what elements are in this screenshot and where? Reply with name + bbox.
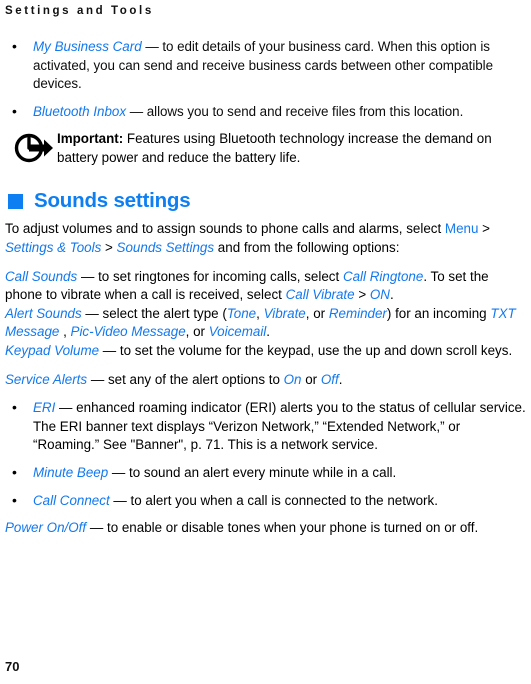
page-number: 70 [5,659,20,674]
list-item: Call Connect — to alert you when a call … [10,491,528,511]
sounds-settings-reference: Sounds Settings [116,239,215,255]
alert-sounds-term: Alert Sounds [5,305,82,321]
intro-sep-2: > [101,239,117,255]
option-term: ERI [33,400,56,416]
intro-text-1: To adjust volumes and to assign sounds t… [5,221,445,237]
sounds-options-list: ERI — enhanced roaming indicator (ERI) a… [5,398,528,511]
option-term: My Business Card [33,39,142,54]
alert-comma-4: , or [185,324,209,340]
power-on-off-dash: — [86,520,107,536]
option-term: Bluetooth Inbox [33,103,127,119]
intro-text-2: and from the following options: [214,239,400,255]
call-sounds-term: Call Sounds [5,268,81,284]
service-alerts-text-1: set any of the alert options to [107,371,284,387]
keypad-volume-text: to set the volume for the keypad, use th… [119,342,513,358]
list-item: My Business Card — to edit details of yo… [10,37,528,94]
note-label: Important: [57,131,124,147]
settings-tools-reference: Settings & Tools [5,239,102,255]
call-vibrate-reference: Call Vibrate [285,287,355,303]
service-alerts-term: Service Alerts [5,371,88,387]
keypad-volume-dash: — [99,342,120,358]
important-arrow-icon [14,131,54,165]
call-sounds-paragraph: Call Sounds — to set ringtones for incom… [5,268,528,305]
service-alerts-text-2: or [301,371,321,387]
option-dash: — [108,464,130,480]
call-ringtone-reference: Call Ringtone [342,268,424,284]
alert-comma-2: , or [305,305,329,321]
important-note: Important: Features using Bluetooth tech… [5,130,528,168]
menu-reference: Menu [444,221,479,237]
blue-square-bullet-icon [8,193,23,209]
bluetooth-options-list: My Business Card — to edit details of yo… [5,37,528,122]
option-dash: — [109,492,131,508]
section-heading-sounds-settings: Sounds settings [5,190,528,212]
vibrate-option: Vibrate [263,305,306,321]
note-body: Important: Features using Bluetooth tech… [57,131,492,165]
power-on-off-term: Power On/Off [5,520,87,536]
power-on-off-paragraph: Power On/Off — to enable or disable tone… [5,519,528,538]
option-dash: — [55,400,77,416]
option-dash: — [126,103,147,119]
alert-sounds-text-2: ) for an incoming [386,305,491,321]
off-option: Off [320,371,339,387]
list-item: ERI — enhanced roaming indicator (ERI) a… [10,398,528,455]
service-alerts-text-3: . [338,371,343,387]
note-text: Features using Bluetooth technology incr… [57,131,492,165]
intro-sep-1: > [478,221,490,237]
option-description: allows you to send and receive files fro… [146,103,464,119]
sounds-intro-paragraph: To adjust volumes and to assign sounds t… [5,220,528,257]
voicemail-reference: Voicemail [208,324,267,340]
list-item: Minute Beep — to sound an alert every mi… [10,463,528,483]
call-sounds-dash: — [80,268,99,284]
option-term: Call Connect [33,492,110,508]
option-description: to sound an alert every minute while in … [129,464,397,480]
keypad-volume-term: Keypad Volume [5,342,100,358]
alert-sounds-text-3: . [266,324,271,340]
service-alerts-dash: — [87,371,108,387]
alert-sounds-dash: — [81,305,103,321]
pic-video-message-reference: Pic-Video Message [70,324,186,340]
keypad-volume-paragraph: Keypad Volume — to set the volume for th… [5,342,528,361]
tone-option: Tone [226,305,257,321]
running-header: Settings and Tools [5,5,154,17]
option-dash: — [141,39,163,54]
on-option: On [283,371,302,387]
option-description: to alert you when a call is connected to… [130,492,438,508]
option-term: Minute Beep [33,464,109,480]
option-description: enhanced roaming indicator (ERI) alerts … [33,400,526,453]
list-item: Bluetooth Inbox — allows you to send and… [10,102,528,122]
power-on-off-text: to enable or disable tones when your pho… [106,520,479,536]
service-alerts-paragraph: Service Alerts — set any of the alert op… [5,371,528,390]
call-sounds-text-3: . [389,287,394,303]
alert-comma-1: , [256,305,264,321]
section-title: Sounds settings [34,189,191,213]
call-sounds-text-1: to set ringtones for incoming calls, sel… [98,268,343,284]
manual-page: Settings and Tools My Business Card — to… [0,0,531,684]
alert-comma-3: , [63,324,71,340]
on-value-reference: ON [369,287,390,303]
alert-sounds-paragraph: Alert Sounds — select the alert type (To… [5,305,528,342]
alert-sounds-text-1: select the alert type ( [102,305,227,321]
reminder-option: Reminder [328,305,387,321]
call-sounds-sep: > [354,287,370,303]
